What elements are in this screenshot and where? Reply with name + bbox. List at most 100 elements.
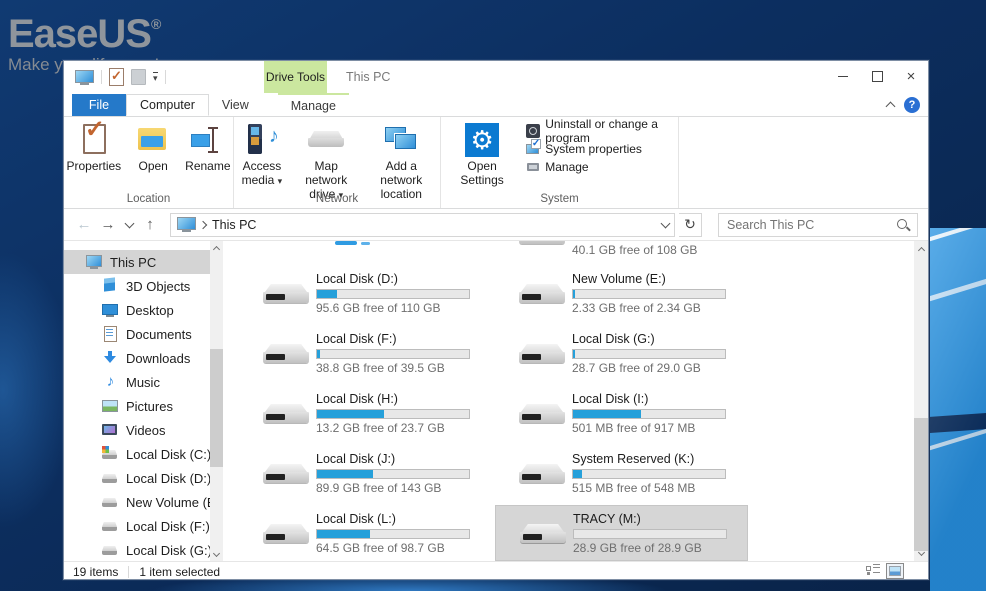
sidebar-item-desktop[interactable]: Desktop [64, 298, 210, 322]
drive-name: Local Disk (I:) [572, 392, 732, 407]
drive-free-space: 95.6 GB free of 110 GB [316, 301, 476, 315]
sidebar-item-pictures[interactable]: Pictures [64, 394, 210, 418]
sidebar-item-3d-objects[interactable]: 3D Objects [64, 274, 210, 298]
drive-free-space: 89.9 GB free of 143 GB [316, 481, 476, 495]
hard-drive-icon [263, 518, 309, 548]
drive-tile-g[interactable]: Local Disk (G:) 28.7 GB free of 29.0 GB [495, 325, 748, 381]
scroll-down-icon[interactable] [210, 547, 223, 561]
sidebar-item-this-pc[interactable]: This PC [64, 250, 210, 274]
close-button[interactable]: × [894, 61, 928, 91]
ribbon-group-location: Properties Open Rename Location [64, 117, 234, 208]
address-dropdown-icon[interactable] [656, 214, 674, 236]
drive-name: TRACY (M:) [573, 512, 733, 527]
scrollbar-thumb[interactable] [914, 418, 928, 551]
minimize-button[interactable] [826, 61, 860, 91]
tab-manage[interactable]: Manage [278, 93, 349, 116]
system-properties-button[interactable]: System properties [526, 141, 678, 157]
ribbon-group-network: ♪ Access media ▾ Map network drive ▾ Add… [234, 117, 441, 208]
search-icon[interactable] [895, 217, 911, 233]
sidebar-item-new-volume-e[interactable]: New Volume (E:) [64, 490, 210, 514]
properties-qat-icon[interactable] [109, 68, 124, 86]
drive-free-space: 40.1 GB free of 108 GB [572, 243, 697, 257]
help-icon[interactable]: ? [904, 97, 920, 113]
scrollbar-thumb[interactable] [210, 349, 223, 467]
scroll-up-icon[interactable] [914, 241, 928, 256]
drive-tile-h[interactable]: Local Disk (H:) 13.2 GB free of 23.7 GB [239, 385, 492, 441]
drive-tile-j[interactable]: Local Disk (J:) 89.9 GB free of 143 GB [239, 445, 492, 501]
tab-computer[interactable]: Computer [126, 94, 209, 116]
drive-tile-m-selected[interactable]: TRACY (M:) 28.9 GB free of 28.9 GB [495, 505, 748, 561]
breadcrumb-location[interactable]: This PC [212, 218, 256, 232]
tab-file[interactable]: File [72, 94, 126, 116]
settings-gear-icon: ⚙ [465, 123, 499, 157]
drive-free-space: 501 MB free of 917 MB [572, 421, 732, 435]
drive-icon [102, 494, 119, 510]
sidebar-item-music[interactable]: ♪Music [64, 370, 210, 394]
sidebar-item-local-disk-g[interactable]: Local Disk (G:) [64, 538, 210, 562]
documents-icon [102, 326, 119, 342]
files-scrollbar[interactable] [914, 241, 928, 561]
sidebar-item-local-disk-f[interactable]: Local Disk (F:) [64, 514, 210, 538]
hard-drive-icon [519, 398, 565, 428]
scroll-up-icon[interactable] [210, 241, 223, 255]
hard-drive-icon [520, 518, 566, 548]
hard-drive-icon [519, 241, 565, 249]
videos-icon [102, 422, 119, 438]
group-label-network: Network [234, 193, 440, 205]
back-button[interactable]: ← [74, 216, 94, 233]
content-area: This PC 3D Objects Desktop Documents Dow… [64, 241, 928, 561]
sidebar-scrollbar[interactable] [210, 241, 223, 561]
scroll-down-icon[interactable] [914, 546, 928, 561]
drive-name: Local Disk (F:) [316, 332, 476, 347]
title-bar: ▾ Drive Tools This PC × [64, 61, 928, 93]
maximize-button[interactable] [860, 61, 894, 91]
search-input[interactable] [719, 218, 895, 232]
sidebar-item-local-disk-c[interactable]: Local Disk (C:) [64, 442, 210, 466]
drive-name: System Reserved (K:) [572, 452, 732, 467]
this-pc-icon[interactable] [74, 70, 94, 85]
collapse-ribbon-icon[interactable] [886, 102, 896, 112]
address-bar[interactable]: This PC [170, 213, 675, 237]
brand-name: EaseUS® [8, 4, 161, 54]
drive-tile-i[interactable]: Local Disk (I:) 501 MB free of 917 MB [495, 385, 748, 441]
large-icons-view-button[interactable] [886, 563, 904, 579]
manage-button[interactable]: Manage [526, 159, 678, 175]
partial-top-row: 40.1 GB free of 108 GB [239, 241, 748, 263]
hard-drive-icon [263, 458, 309, 488]
drive-free-space: 64.5 GB free of 98.7 GB [316, 541, 476, 555]
sidebar-item-downloads[interactable]: Downloads [64, 346, 210, 370]
tab-view[interactable]: View [209, 94, 262, 116]
items-count: 19 items [73, 565, 118, 579]
drive-name: Local Disk (H:) [316, 392, 476, 407]
drive-tile-d[interactable]: Local Disk (D:) 95.6 GB free of 110 GB [239, 265, 492, 321]
dropdown-caret-icon: ▾ [278, 176, 283, 186]
refresh-button[interactable]: ↻ [679, 213, 702, 237]
drive-name: Local Disk (L:) [316, 512, 476, 527]
desktop-icon [102, 302, 119, 318]
drive-tile-e[interactable]: New Volume (E:) 2.33 GB free of 2.34 GB [495, 265, 748, 321]
customize-qat-icon[interactable]: ▾ [153, 72, 158, 82]
uninstall-program-button[interactable]: Uninstall or change a program [526, 123, 678, 139]
breadcrumb-chevron-icon[interactable] [199, 220, 207, 228]
group-label-system: System [441, 193, 678, 205]
drive-free-space: 38.8 GB free of 39.5 GB [316, 361, 476, 375]
sidebar-item-local-disk-d[interactable]: Local Disk (D:) [64, 466, 210, 490]
drive-tile-clipped[interactable]: 40.1 GB free of 108 GB [495, 241, 748, 263]
drive-tile-k[interactable]: System Reserved (K:) 515 MB free of 548 … [495, 445, 748, 501]
window-title: This PC [346, 61, 390, 93]
hard-drive-icon [263, 338, 309, 368]
sidebar-item-videos[interactable]: Videos [64, 418, 210, 442]
windows-wallpaper-logo [930, 228, 986, 591]
drive-tools-contextual-tab[interactable]: Drive Tools [264, 61, 327, 93]
drive-tile-f[interactable]: Local Disk (F:) 38.8 GB free of 39.5 GB [239, 325, 492, 381]
new-folder-qat-icon[interactable] [131, 69, 146, 85]
drive-tile-l[interactable]: Local Disk (L:) 64.5 GB free of 98.7 GB [239, 505, 492, 561]
sidebar-item-documents[interactable]: Documents [64, 322, 210, 346]
up-button[interactable]: ↑ [140, 216, 160, 233]
drive-windows-icon [102, 446, 119, 462]
recent-locations-icon[interactable] [122, 216, 136, 233]
forward-button[interactable]: → [98, 216, 118, 233]
capacity-bar [573, 529, 727, 539]
search-box[interactable] [718, 213, 918, 237]
details-view-button[interactable] [864, 563, 882, 579]
